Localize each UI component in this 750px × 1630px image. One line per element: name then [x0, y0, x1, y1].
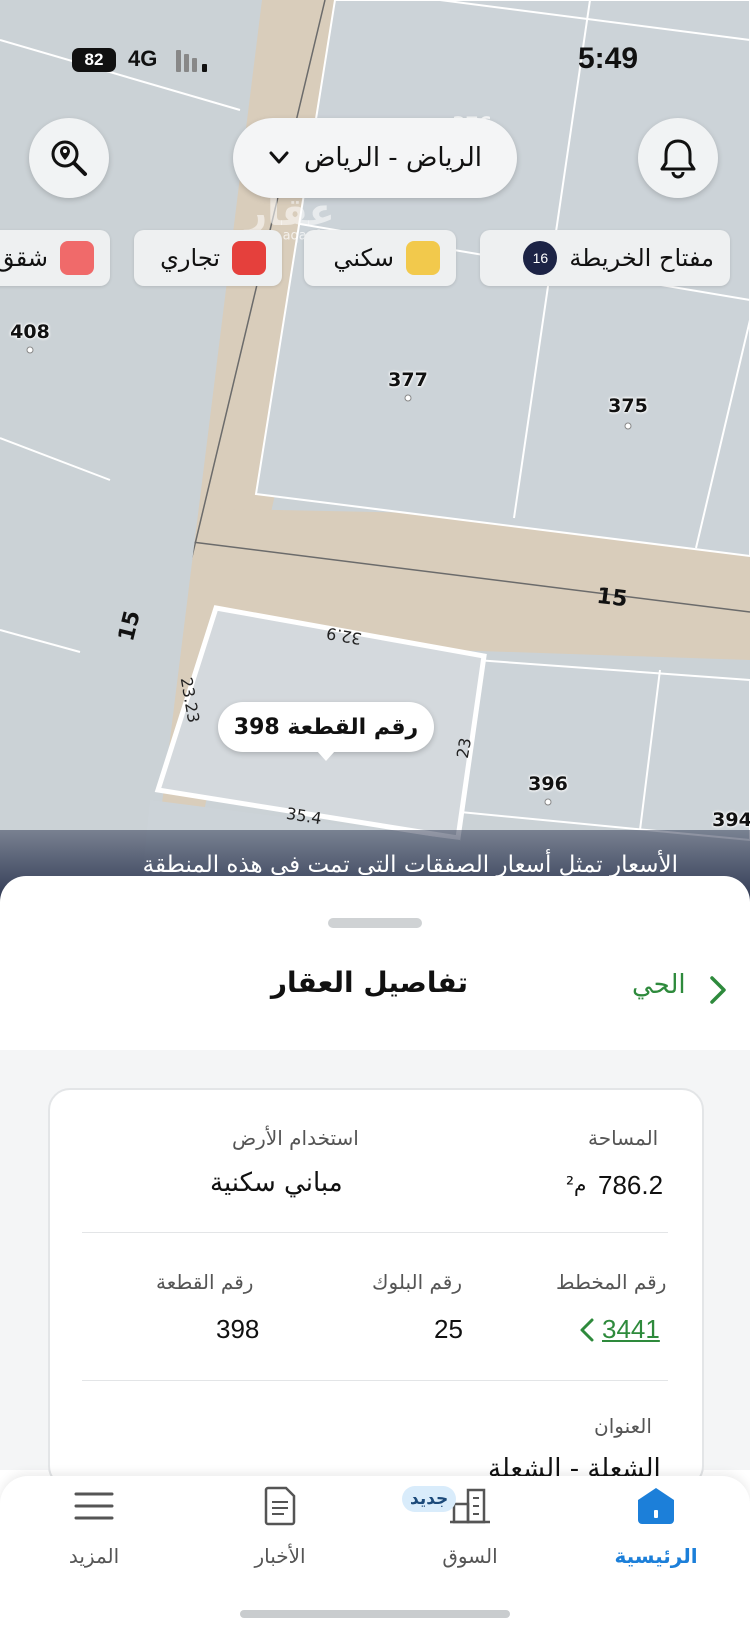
prices-banner-text: الأسعار تمثل أسعار الصفقات التي تمت في ه… — [142, 852, 678, 878]
commercial-swatch — [232, 241, 266, 275]
map-key-label: مفتاح الخريطة — [569, 244, 714, 272]
area-label: المساحة — [588, 1126, 659, 1150]
row-divider — [82, 1380, 668, 1381]
block-value: 25 — [434, 1314, 463, 1344]
tab-more[interactable]: المزيد — [69, 1544, 119, 1568]
news-icon[interactable] — [258, 1484, 302, 1528]
tab-news[interactable]: الأخبار — [254, 1544, 305, 1568]
map-key-count: 16 — [523, 241, 558, 275]
buildings-icon[interactable] — [448, 1484, 492, 1528]
chevron-right-icon[interactable] — [708, 974, 728, 1006]
new-badge: جديد — [402, 1486, 457, 1512]
home-indicator — [240, 1610, 510, 1618]
legend-label: تجاري — [160, 244, 220, 272]
bell-icon — [660, 139, 696, 179]
network-type: 4G — [128, 46, 158, 71]
home-icon[interactable] — [634, 1484, 678, 1528]
tab-home[interactable]: الرئيسية — [614, 1544, 697, 1568]
clock: 5:49 — [578, 42, 639, 75]
legend-residential[interactable]: سكني — [304, 230, 456, 286]
block-label: رقم البلوك — [372, 1270, 463, 1294]
plot-marker — [544, 798, 552, 806]
sheet-title: تفاصيل العقار — [270, 966, 468, 999]
map-key-button[interactable]: مفتاح الخريطة 16 — [480, 230, 730, 286]
plan-number-link[interactable]: 3441 — [602, 1314, 660, 1345]
plot-marker — [404, 394, 412, 402]
land-use-value: مباني سكنية — [210, 1168, 343, 1198]
legend-commercial[interactable]: تجاري — [134, 230, 282, 286]
street-number: 15 — [595, 583, 629, 613]
plot-value: 398 — [216, 1314, 260, 1344]
district-link[interactable]: الحي — [632, 970, 686, 1000]
plot-marker — [624, 422, 632, 430]
plot-dimension: 23 — [452, 736, 476, 760]
map-view[interactable]: عقار sa.aqar.fm 376 396 374 408 377 375 … — [0, 0, 750, 900]
sheet-drag-handle[interactable] — [328, 918, 422, 928]
plot-number[interactable]: 408 — [10, 321, 50, 343]
plot-number[interactable]: 377 — [388, 369, 428, 391]
plot-tooltip[interactable]: رقم القطعة 398 — [218, 702, 434, 761]
land-use-label: استخدام الأرض — [232, 1126, 359, 1150]
plan-chevron-left-icon[interactable] — [578, 1316, 598, 1346]
status-bar: 82 4G 5:49 — [0, 40, 750, 80]
plot-marker — [26, 346, 34, 354]
apartments-swatch — [60, 241, 94, 275]
search-location-button[interactable] — [29, 118, 109, 198]
plot-label: رقم القطعة — [156, 1270, 254, 1294]
row-divider — [82, 1232, 668, 1233]
city-selector[interactable]: الرياض - الرياض — [233, 118, 517, 198]
legend-apartments[interactable]: شقق — [0, 230, 110, 286]
residential-swatch — [406, 241, 440, 275]
menu-icon[interactable] — [72, 1484, 116, 1528]
chevron-down-icon — [269, 151, 289, 164]
plot-number[interactable]: 396 — [528, 773, 568, 795]
tab-market[interactable]: السوق — [442, 1544, 497, 1568]
plan-label: رقم المخطط — [556, 1270, 667, 1294]
signal-icon — [176, 50, 207, 72]
legend-label: شقق — [0, 244, 48, 272]
area-value: 786.2 — [598, 1170, 664, 1200]
city-name: الرياض - الرياض — [303, 143, 483, 173]
plot-number[interactable]: 375 — [608, 395, 648, 417]
plot-number[interactable]: 394 — [712, 809, 750, 831]
area-unit: م² — [566, 1172, 587, 1196]
notifications-button[interactable] — [638, 118, 718, 198]
battery-indicator: 82 — [72, 48, 116, 72]
legend-label: سكني — [333, 244, 394, 272]
search-location-icon — [51, 140, 87, 176]
address-label: العنوان — [594, 1414, 652, 1438]
